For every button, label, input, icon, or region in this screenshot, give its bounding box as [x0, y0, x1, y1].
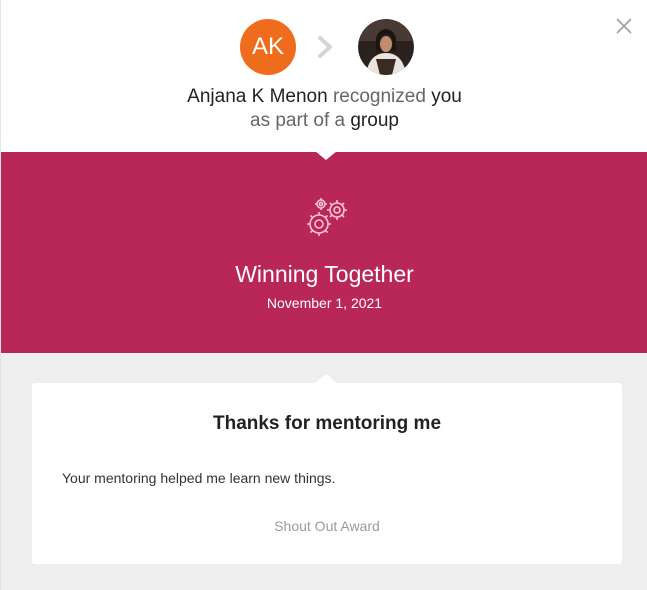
recognition-text-line-2: as part of a group: [1, 110, 647, 132]
as-part-of-text: as part of a: [250, 110, 346, 131]
message-body: Your mentoring helped me learn new thing…: [62, 470, 336, 486]
recipient-you-text: you: [431, 86, 462, 107]
banner-notch: [315, 151, 337, 160]
message-card: Thanks for mentoring me Your mentoring h…: [32, 383, 622, 564]
chevron-right-icon: [318, 36, 332, 58]
award-title: Winning Together: [235, 261, 414, 287]
recognition-text-line-1: Anjana K Menon recognized you: [1, 86, 647, 108]
recognition-modal: AK Anjana K Menon recognized you as part…: [0, 0, 647, 590]
group-text[interactable]: group: [350, 110, 399, 131]
award-banner: Winning Together November 1, 2021: [1, 151, 647, 353]
recipient-avatar[interactable]: [358, 19, 414, 75]
award-date: November 1, 2021: [266, 295, 383, 311]
message-title: Thanks for mentoring me: [212, 413, 442, 434]
message-section: Thanks for mentoring me Your mentoring h…: [1, 353, 647, 590]
recognition-header: AK Anjana K Menon recognized you as part…: [1, 0, 647, 152]
card-notch: [315, 374, 337, 383]
sender-name[interactable]: Anjana K Menon: [187, 86, 328, 107]
recipient-photo: [358, 19, 414, 75]
recognized-text: recognized: [332, 86, 426, 107]
award-type-label: Shout Out Award: [274, 518, 380, 534]
sender-avatar[interactable]: AK: [240, 19, 296, 75]
gears-icon: [307, 198, 347, 236]
